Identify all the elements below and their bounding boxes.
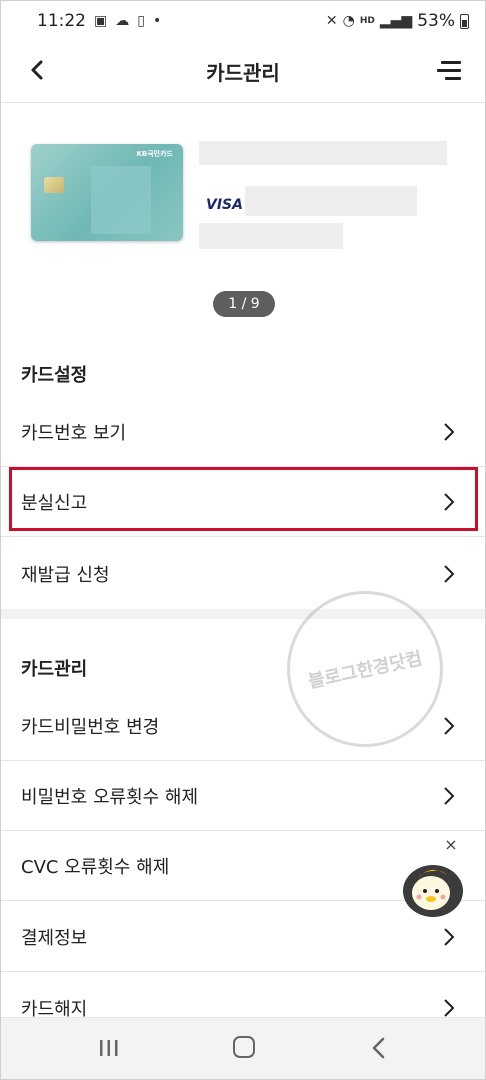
watermark-text: 블로그한경닷컴 xyxy=(306,648,425,693)
menu-item-reset-pin-errors[interactable]: 비밀번호 오류횟수 해제 xyxy=(1,761,485,831)
menu-item-label: 재발급 신청 xyxy=(21,565,110,586)
card-brand: KB국민카드 xyxy=(136,150,173,158)
clock: 11:22 xyxy=(37,11,86,31)
floating-close-button[interactable]: × xyxy=(440,834,462,856)
chatbot-character-icon xyxy=(403,865,463,917)
system-navigation-bar xyxy=(1,1017,485,1079)
sim-icon: ▯ xyxy=(137,13,145,29)
watermark-stamp: 블로그한경닷컴 xyxy=(287,591,443,747)
status-bar: 11:22 ▣ ☁ ▯ • ✕ ◔ HD ▂▄▆ 53% xyxy=(1,1,485,41)
gallery-icon: ▣ xyxy=(94,13,108,29)
chevron-right-icon xyxy=(444,787,455,805)
battery-icon xyxy=(460,13,469,29)
chevron-right-icon xyxy=(444,717,455,735)
card-detail-masked xyxy=(199,223,343,249)
chevron-right-icon xyxy=(444,999,455,1017)
card-name-masked xyxy=(199,141,447,165)
chatbot-character-button[interactable] xyxy=(397,859,467,919)
section-title-card-management: 카드관리 xyxy=(21,659,88,680)
page-title: 카드관리 xyxy=(206,61,280,85)
highlight-annotation xyxy=(9,467,478,531)
recent-apps-icon[interactable] xyxy=(97,1038,121,1058)
menu-item-view-card-number[interactable]: 카드번호 보기 xyxy=(1,397,485,467)
notification-dot: • xyxy=(152,13,162,29)
card-info-masked xyxy=(245,186,417,216)
card-pager: 1 / 9 xyxy=(213,291,275,317)
chevron-right-icon xyxy=(444,928,455,946)
menu-item-label: 비밀번호 오류횟수 해제 xyxy=(21,787,199,808)
menu-item-label: CVC 오류횟수 해제 xyxy=(21,857,170,878)
menu-item-label: 카드비밀번호 변경 xyxy=(21,717,160,738)
menu-item-reissue[interactable]: 재발급 신청 xyxy=(1,539,485,609)
signal-icon: ▂▄▆ xyxy=(379,13,413,29)
wifi-icon: ◔ xyxy=(342,13,355,29)
menu-button[interactable] xyxy=(437,59,461,81)
app-frame: 11:22 ▣ ☁ ▯ • ✕ ◔ HD ▂▄▆ 53% 카드관리 KB국민카드… xyxy=(0,0,486,1080)
cloud-icon: ☁ xyxy=(115,13,130,29)
battery-percent: 53% xyxy=(417,11,455,31)
menu-item-label: 결제정보 xyxy=(21,928,88,949)
section-title-card-settings: 카드설정 xyxy=(21,365,88,386)
card-chip xyxy=(44,177,64,193)
system-back-icon[interactable] xyxy=(371,1036,387,1060)
mute-icon: ✕ xyxy=(325,13,338,29)
app-header: 카드관리 xyxy=(1,41,485,103)
menu-item-label: 카드번호 보기 xyxy=(21,423,127,444)
home-icon[interactable] xyxy=(233,1036,255,1058)
visa-logo: VISA xyxy=(206,197,243,213)
card-number-masked xyxy=(91,166,151,234)
chevron-right-icon xyxy=(444,565,455,583)
chevron-right-icon xyxy=(444,423,455,441)
card-image[interactable]: KB국민카드 xyxy=(31,144,183,241)
hd-label: HD xyxy=(359,16,375,26)
menu-icon xyxy=(441,61,461,64)
